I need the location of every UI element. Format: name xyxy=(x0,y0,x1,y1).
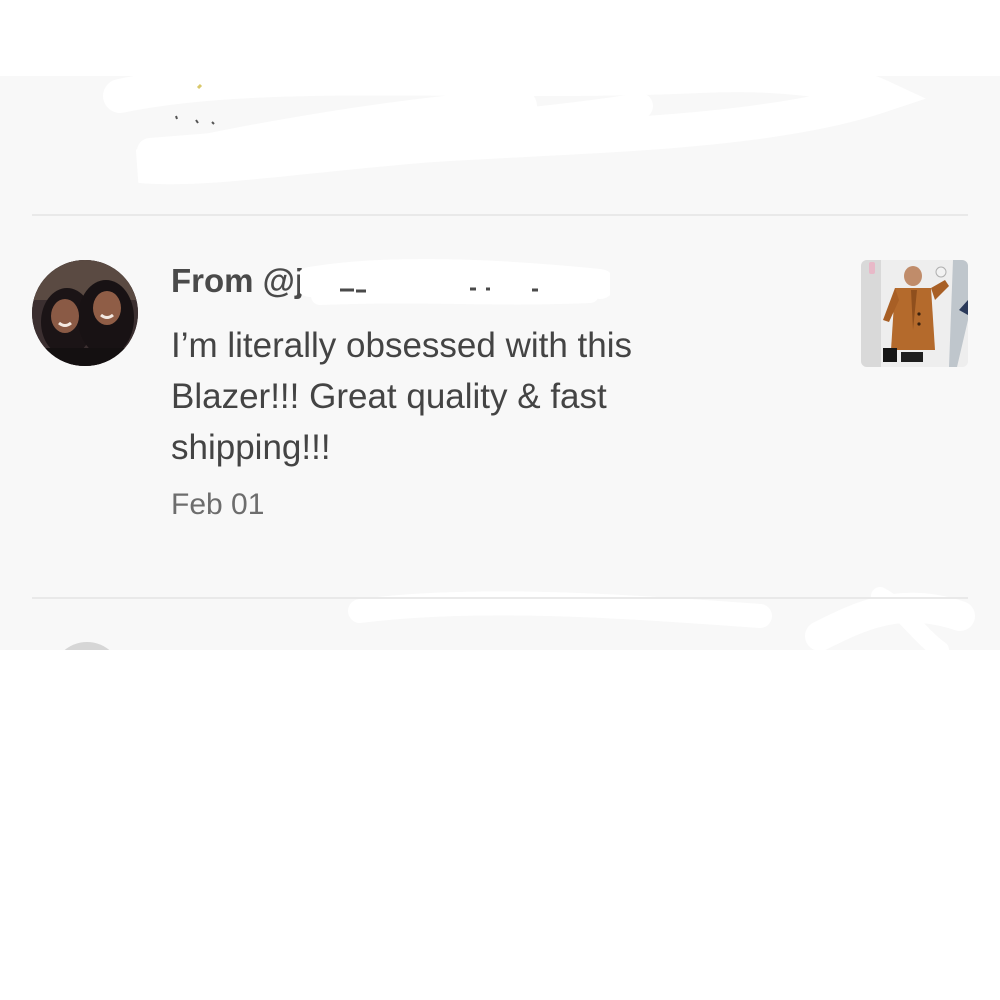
next-reviewer-avatar[interactable] xyxy=(52,642,122,650)
reviewer-avatar[interactable] xyxy=(32,260,138,366)
review-text: I’m literally obsessed with this Blazer!… xyxy=(171,326,632,467)
product-thumbnail[interactable] xyxy=(861,260,968,367)
reviews-panel: From @j I’m literally obsessed with this… xyxy=(0,76,1000,650)
product-photo-blazer-icon xyxy=(861,260,968,367)
review-date: Feb 01 xyxy=(171,488,265,521)
handle-redaction-scribble xyxy=(300,258,610,305)
review-item: From @j I’m literally obsessed with this… xyxy=(0,216,1000,596)
reviewer-handle[interactable]: From @j xyxy=(171,262,304,300)
user-photo-avatar-icon xyxy=(32,260,138,366)
divider-bottom xyxy=(32,597,968,599)
